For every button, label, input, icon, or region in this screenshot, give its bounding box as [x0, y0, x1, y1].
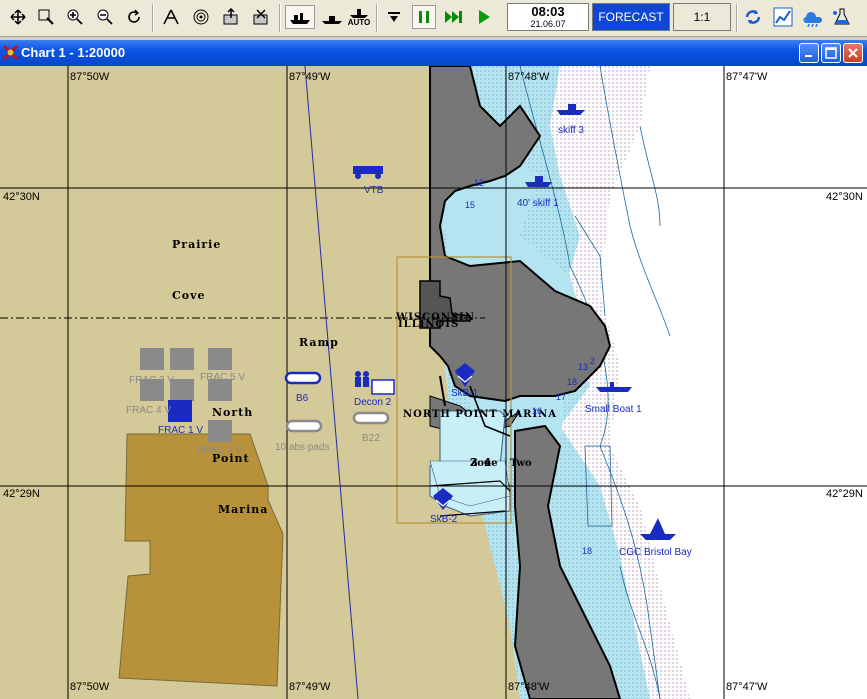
chart-window-titlebar[interactable]: Chart 1 - 1:20000 [0, 40, 867, 66]
minimize-button[interactable] [799, 43, 819, 63]
zoom-out-icon[interactable] [93, 5, 117, 29]
place-illinois: ILLINOIS [398, 319, 460, 330]
unit-frac4-label[interactable]: FRAC 4 V [126, 405, 171, 416]
target-icon[interactable] [189, 5, 213, 29]
forecast-button[interactable]: FORECAST [592, 3, 670, 31]
flask-icon[interactable] [830, 5, 854, 29]
lon-label-top-3: 87°48'W [508, 71, 550, 83]
unit-b6-label[interactable]: B6 [296, 393, 308, 404]
depth-2: 2 [590, 356, 596, 366]
depth-18a: 18 [567, 377, 578, 387]
lat-label-right-lower: 42°29N [826, 488, 863, 500]
lon-label-bottom-3: 87°48'W [508, 681, 550, 693]
fast-forward-icon[interactable] [442, 5, 466, 29]
depth-16: 16 [532, 406, 543, 416]
unit-b22-label[interactable]: B22 [362, 433, 380, 444]
measure-icon[interactable] [159, 5, 183, 29]
depth-17: 17 [556, 392, 567, 402]
place-prairie: Prairie [172, 238, 222, 251]
unit-frac2-label[interactable]: FRAC 2 V [129, 375, 174, 386]
place-marina: Marina [218, 503, 269, 516]
close-button[interactable] [843, 43, 863, 63]
unit-small-boat-label[interactable]: Small Boat 1 [585, 404, 642, 415]
unit-cgc-label[interactable]: CGC Bristol Bay [619, 547, 692, 558]
lat-label-left-lower: 42°29N [3, 488, 40, 500]
stop-icon[interactable] [382, 5, 406, 29]
zoom-window-icon[interactable] [34, 5, 58, 29]
unit-skb2-label[interactable]: SkB-2 [430, 514, 457, 525]
unit-decon2-label[interactable]: Decon 2 [354, 397, 391, 408]
ship-mode-icon[interactable] [285, 5, 315, 29]
lon-label-bottom-1: 87°50W [70, 681, 110, 693]
pause-icon[interactable] [412, 5, 436, 29]
lat-label-right-upper: 42°30N [826, 191, 863, 203]
auto-label: AUTO [347, 18, 371, 27]
lon-label-bottom-4: 87°47'W [726, 681, 768, 693]
place-cove: Cove [172, 289, 206, 302]
scale-button[interactable]: 1:1 [673, 3, 731, 31]
ship-view-icon[interactable] [319, 5, 345, 29]
main-toolbar: AUTO 08:03 21.06.07 FORECAST 1:1 [0, 0, 867, 37]
unit-skiff3-label[interactable]: skiff 3 [558, 125, 584, 136]
unit-skiff40-label[interactable]: 40' skiff 1 [517, 198, 559, 209]
chart-icon[interactable] [771, 5, 795, 29]
zoom-in-icon[interactable] [63, 5, 87, 29]
abs-pads-icon [285, 419, 323, 433]
unit-frac5-label[interactable]: FRAC 5 V [200, 372, 245, 383]
maximize-button[interactable] [821, 43, 841, 63]
depth-15: 15 [465, 200, 476, 210]
b22-boom-icon [352, 411, 390, 425]
auto-ship-icon[interactable]: AUTO [347, 5, 371, 29]
unit-frac1-label[interactable]: FRAC 1 V [158, 425, 203, 436]
lon-label-top-2: 87°49'W [289, 71, 331, 83]
depth-13: 13 [578, 362, 589, 372]
lat-label-left-upper: 42°30N [3, 191, 40, 203]
place-ramp: Ramp [299, 336, 339, 349]
refresh-icon[interactable] [123, 5, 147, 29]
play-icon[interactable] [472, 5, 496, 29]
lon-label-bottom-2: 87°49'W [289, 681, 331, 693]
unit-skb1-label[interactable]: SkB-1 [451, 388, 478, 399]
place-north: North [212, 406, 254, 419]
select-tool-icon[interactable] [6, 5, 30, 29]
lon-label-top-1: 87°50W [70, 71, 110, 83]
unit-abs-pads-label[interactable]: 10 abs pads [275, 442, 330, 453]
b6-boom-icon [284, 371, 322, 385]
sim-clock: 08:03 21.06.07 [507, 3, 589, 31]
clock-date: 21.06.07 [530, 19, 566, 29]
recycle-icon[interactable] [741, 5, 765, 29]
clock-time: 08:03 [531, 4, 565, 19]
unit-vtb-label[interactable]: VTB [364, 185, 383, 196]
depth-18b: 18 [582, 546, 593, 556]
chart-window-icon [2, 44, 19, 65]
import-icon[interactable] [249, 5, 273, 29]
weather-icon[interactable] [801, 5, 825, 29]
unit-frac9-label[interactable]: FRAC 9 V [197, 445, 242, 456]
window-title: Chart 1 - 1:20000 [21, 45, 126, 60]
depth-12: 12 [474, 178, 485, 188]
place-zone: Zone [470, 458, 498, 469]
lon-label-top-4: 87°47'W [726, 71, 768, 83]
place-two: Two [510, 458, 532, 469]
export-icon[interactable] [219, 5, 243, 29]
nautical-chart-view[interactable]: 87°50W 87°49'W 87°48'W 87°47'W 87°50W 87… [0, 66, 867, 699]
